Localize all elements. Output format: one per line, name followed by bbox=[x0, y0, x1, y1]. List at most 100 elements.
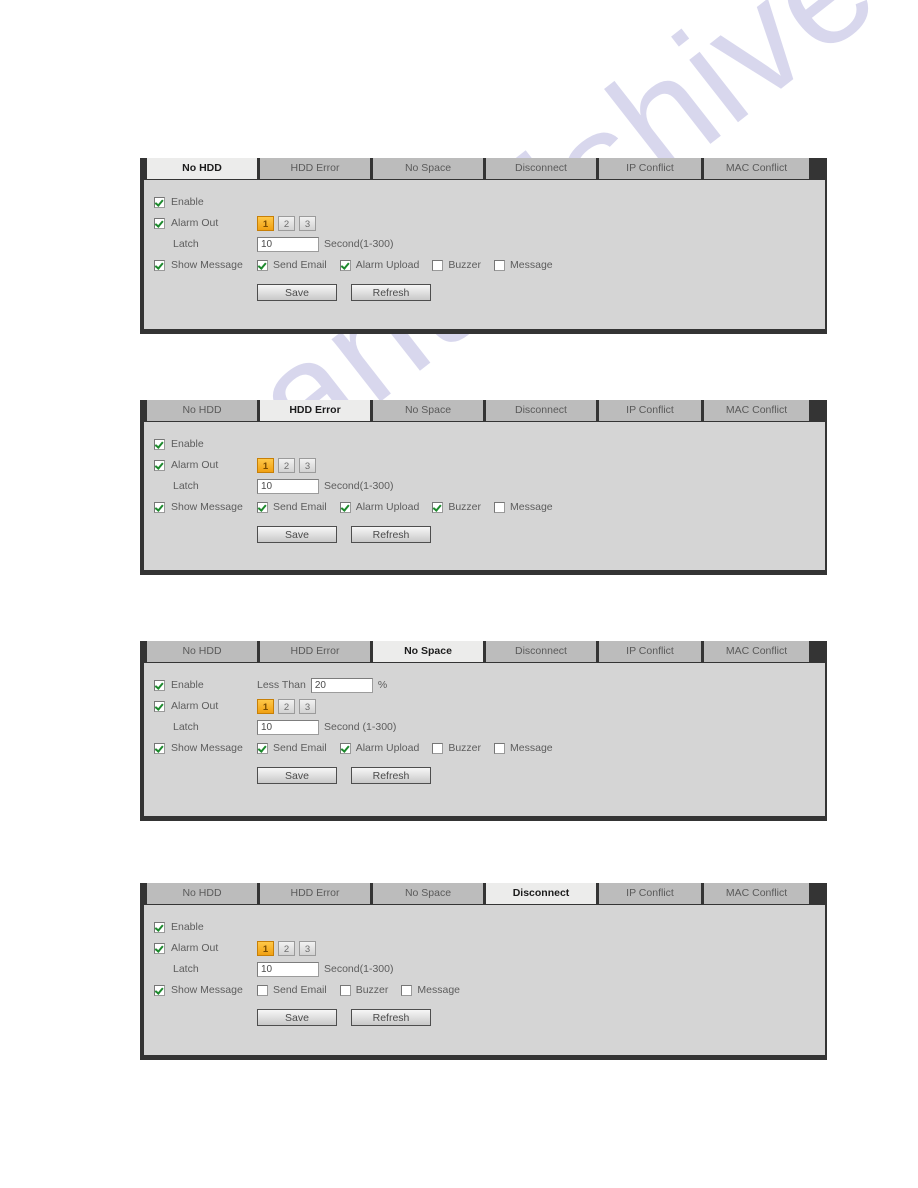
refresh-button[interactable]: Refresh bbox=[351, 284, 431, 301]
show-message-checkbox[interactable] bbox=[154, 984, 165, 996]
alarm-out-button-1[interactable]: 1 bbox=[257, 940, 274, 956]
alarm-out-button-3[interactable]: 3 bbox=[299, 940, 316, 956]
alarm-upload-checkbox-item[interactable]: Alarm Upload bbox=[339, 742, 419, 754]
alarm-upload-label: Alarm Upload bbox=[355, 501, 420, 513]
latch-input[interactable] bbox=[257, 719, 319, 735]
message-checkbox[interactable] bbox=[494, 259, 506, 271]
tab-disconnect[interactable]: Disconnect bbox=[486, 641, 596, 662]
alarm-out-button-2[interactable]: 2 bbox=[278, 215, 295, 231]
tab-no-space[interactable]: No Space bbox=[373, 641, 483, 662]
enable-checkbox[interactable] bbox=[154, 679, 165, 691]
send-email-checkbox[interactable] bbox=[257, 984, 268, 996]
less-than-input[interactable] bbox=[310, 677, 373, 693]
message-checkbox-item[interactable]: Message bbox=[494, 259, 553, 271]
buzzer-checkbox-item[interactable]: Buzzer bbox=[432, 501, 481, 513]
save-button[interactable]: Save bbox=[257, 1009, 337, 1026]
alarm-upload-checkbox-item[interactable]: Alarm Upload bbox=[339, 259, 419, 271]
refresh-button[interactable]: Refresh bbox=[351, 526, 431, 543]
tab-ip-conflict[interactable]: IP Conflict bbox=[599, 641, 701, 662]
tab-hdd-error[interactable]: HDD Error bbox=[260, 158, 370, 179]
enable-checkbox[interactable] bbox=[154, 196, 165, 208]
send-email-checkbox[interactable] bbox=[257, 742, 268, 754]
message-checkbox[interactable] bbox=[494, 501, 506, 513]
alarm-out-button-3[interactable]: 3 bbox=[299, 215, 316, 231]
alarm-out-checkbox[interactable] bbox=[154, 459, 165, 471]
latch-unit-label: Second(1-300) bbox=[324, 480, 394, 492]
tab-mac-conflict[interactable]: MAC Conflict bbox=[704, 400, 809, 421]
refresh-button[interactable]: Refresh bbox=[351, 767, 431, 784]
buzzer-checkbox-item[interactable]: Buzzer bbox=[339, 984, 388, 996]
message-checkbox[interactable] bbox=[401, 984, 413, 996]
latch-unit-label: Second (1-300) bbox=[324, 721, 397, 733]
send-email-checkbox[interactable] bbox=[257, 259, 268, 271]
alarm-upload-checkbox[interactable] bbox=[339, 259, 351, 271]
alarm-out-button-1[interactable]: 1 bbox=[257, 215, 274, 231]
alarm-out-row: Alarm Out 1 2 3 bbox=[144, 455, 825, 475]
tab-disconnect[interactable]: Disconnect bbox=[486, 400, 596, 421]
show-message-checkbox[interactable] bbox=[154, 742, 165, 754]
tab-no-space[interactable]: No Space bbox=[373, 883, 483, 904]
alarm-out-button-1[interactable]: 1 bbox=[257, 457, 274, 473]
latch-input[interactable] bbox=[257, 236, 319, 252]
tab-ip-conflict[interactable]: IP Conflict bbox=[599, 883, 701, 904]
enable-label-col: Enable bbox=[154, 196, 257, 208]
show-message-checkbox[interactable] bbox=[154, 501, 165, 513]
message-checkbox-item[interactable]: Message bbox=[401, 984, 460, 996]
message-checkbox-item[interactable]: Message bbox=[494, 742, 553, 754]
tab-disconnect[interactable]: Disconnect bbox=[486, 883, 596, 904]
alarm-out-button-1[interactable]: 1 bbox=[257, 698, 274, 714]
buzzer-checkbox-item[interactable]: Buzzer bbox=[432, 259, 481, 271]
latch-input[interactable] bbox=[257, 478, 319, 494]
tab-mac-conflict[interactable]: MAC Conflict bbox=[704, 641, 809, 662]
alarm-out-checkbox[interactable] bbox=[154, 942, 165, 954]
buzzer-checkbox[interactable] bbox=[432, 259, 444, 271]
alarm-out-button-3[interactable]: 3 bbox=[299, 698, 316, 714]
show-message-checkbox[interactable] bbox=[154, 259, 165, 271]
alarm-upload-checkbox[interactable] bbox=[339, 742, 351, 754]
enable-checkbox[interactable] bbox=[154, 921, 165, 933]
latch-input[interactable] bbox=[257, 961, 319, 977]
tab-no-hdd[interactable]: No HDD bbox=[147, 641, 257, 662]
buzzer-checkbox[interactable] bbox=[339, 984, 351, 996]
send-email-checkbox-item[interactable]: Send Email bbox=[257, 984, 327, 996]
tab-no-hdd[interactable]: No HDD bbox=[147, 400, 257, 421]
tab-hdd-error[interactable]: HDD Error bbox=[260, 883, 370, 904]
buzzer-checkbox[interactable] bbox=[432, 501, 444, 513]
alarm-out-button-3[interactable]: 3 bbox=[299, 457, 316, 473]
send-email-checkbox[interactable] bbox=[257, 501, 268, 513]
tab-disconnect[interactable]: Disconnect bbox=[486, 158, 596, 179]
send-email-checkbox-item[interactable]: Send Email bbox=[257, 501, 327, 513]
message-checkbox-item[interactable]: Message bbox=[494, 501, 553, 513]
alarm-out-button-2[interactable]: 2 bbox=[278, 940, 295, 956]
buzzer-checkbox-item[interactable]: Buzzer bbox=[432, 742, 481, 754]
alarm-out-button-2[interactable]: 2 bbox=[278, 457, 295, 473]
alarm-upload-checkbox[interactable] bbox=[339, 501, 351, 513]
alarm-out-checkbox[interactable] bbox=[154, 217, 165, 229]
tab-no-hdd[interactable]: No HDD bbox=[147, 883, 257, 904]
show-message-label-col: Show Message bbox=[154, 742, 257, 754]
save-button[interactable]: Save bbox=[257, 767, 337, 784]
tab-ip-conflict[interactable]: IP Conflict bbox=[599, 400, 701, 421]
message-checkbox[interactable] bbox=[494, 742, 506, 754]
show-message-label: Show Message bbox=[171, 984, 243, 996]
send-email-checkbox-item[interactable]: Send Email bbox=[257, 742, 327, 754]
less-than-label: Less Than bbox=[257, 679, 306, 691]
buzzer-checkbox[interactable] bbox=[432, 742, 444, 754]
tab-hdd-error[interactable]: HDD Error bbox=[260, 641, 370, 662]
tab-no-space[interactable]: No Space bbox=[373, 158, 483, 179]
enable-checkbox[interactable] bbox=[154, 438, 165, 450]
alarm-out-button-2[interactable]: 2 bbox=[278, 698, 295, 714]
tab-mac-conflict[interactable]: MAC Conflict bbox=[704, 883, 809, 904]
save-button[interactable]: Save bbox=[257, 284, 337, 301]
alarm-out-checkbox[interactable] bbox=[154, 700, 165, 712]
save-button[interactable]: Save bbox=[257, 526, 337, 543]
tab-no-space[interactable]: No Space bbox=[373, 400, 483, 421]
send-email-checkbox-item[interactable]: Send Email bbox=[257, 259, 327, 271]
tab-ip-conflict[interactable]: IP Conflict bbox=[599, 158, 701, 179]
buzzer-label: Buzzer bbox=[448, 742, 482, 754]
tab-no-hdd[interactable]: No HDD bbox=[147, 158, 257, 179]
tab-mac-conflict[interactable]: MAC Conflict bbox=[704, 158, 809, 179]
tab-hdd-error[interactable]: HDD Error bbox=[260, 400, 370, 421]
refresh-button[interactable]: Refresh bbox=[351, 1009, 431, 1026]
alarm-upload-checkbox-item[interactable]: Alarm Upload bbox=[339, 501, 420, 513]
